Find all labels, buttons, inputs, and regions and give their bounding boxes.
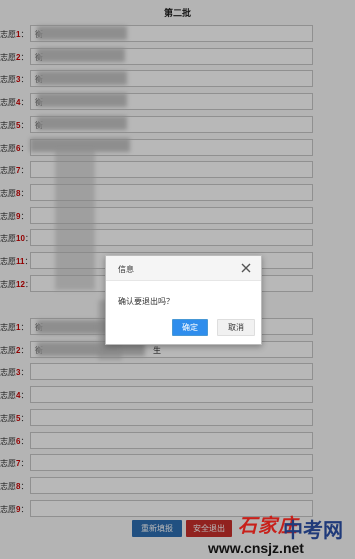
dialog-message: 确认要退出吗？ (118, 297, 174, 306)
watermark-url: www.cnsjz.net (208, 540, 304, 556)
dialog-title: 信息 (118, 265, 134, 274)
confirm-dialog: 信息 确认要退出吗？ 确定 取消 (105, 255, 262, 345)
dialog-header: 信息 (106, 256, 261, 281)
confirm-button[interactable]: 确定 (172, 319, 208, 336)
close-icon[interactable] (240, 262, 252, 274)
watermark-site-name: 中考网 (283, 518, 343, 542)
cancel-button[interactable]: 取消 (217, 319, 255, 336)
